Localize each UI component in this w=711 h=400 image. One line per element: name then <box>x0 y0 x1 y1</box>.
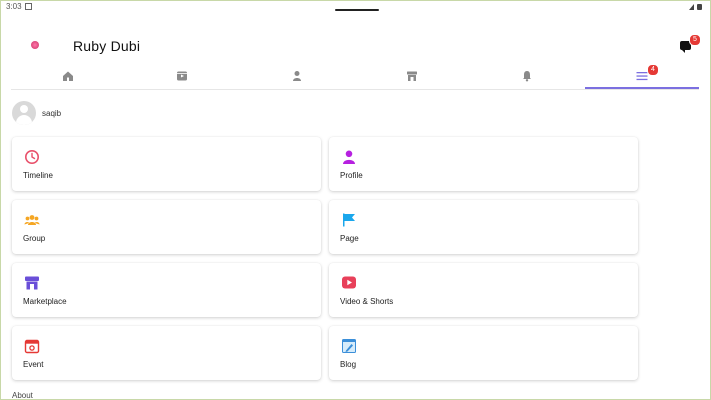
avatar[interactable] <box>12 101 36 125</box>
calendar-icon <box>24 339 40 354</box>
messages-badge: 5 <box>689 34 701 46</box>
menu-card-timeline[interactable]: Timeline <box>12 137 321 191</box>
main-tabs: 4 <box>11 63 699 89</box>
group-icon <box>24 215 40 225</box>
menu-card-label: Event <box>23 360 44 369</box>
notch-indicator <box>335 9 379 11</box>
status-icons <box>688 3 704 13</box>
menu-card-label: Blog <box>340 360 357 369</box>
status-time: 3:03 <box>6 2 32 11</box>
tab-profile[interactable] <box>240 63 354 89</box>
user-row[interactable]: saqib <box>12 101 61 125</box>
tabs-divider <box>11 89 699 90</box>
tab-home[interactable] <box>11 63 125 89</box>
menu-card-marketplace[interactable]: Marketplace <box>12 263 321 317</box>
flag-icon <box>343 213 355 227</box>
home-icon <box>63 71 73 81</box>
app-logo-icon <box>31 41 39 49</box>
menu-card-label: Timeline <box>23 171 53 180</box>
menu-card-label: Page <box>340 234 359 243</box>
menu-card-label: Group <box>23 234 46 243</box>
tab-menu[interactable]: 4 <box>585 63 699 89</box>
menu-badge: 4 <box>647 64 659 76</box>
status-bar: 3:03 <box>1 1 710 13</box>
app-window: 3:03 Ruby Dubi 5 4 saqib Timeline Profil… <box>0 0 711 400</box>
menu-card-video-shorts[interactable]: Video & Shorts <box>329 263 638 317</box>
app-bar: Ruby Dubi 5 <box>1 31 710 61</box>
menu-card-profile[interactable]: Profile <box>329 137 638 191</box>
store-icon <box>407 71 417 81</box>
menu-card-label: Profile <box>340 171 363 180</box>
about-section-title: About <box>12 391 33 400</box>
bell-icon <box>523 71 531 82</box>
clock-icon <box>25 150 39 164</box>
menu-card-event[interactable]: Event <box>12 326 321 380</box>
menu-card-label: Video & Shorts <box>340 297 394 306</box>
person-icon <box>293 71 301 81</box>
tab-marketplace[interactable] <box>355 63 469 89</box>
app-title: Ruby Dubi <box>73 38 141 54</box>
video-icon <box>177 71 187 81</box>
person-icon <box>343 150 355 164</box>
menu-card-page[interactable]: Page <box>329 200 638 254</box>
tab-notifications[interactable] <box>470 63 584 89</box>
play-icon <box>342 276 356 289</box>
menu-card-blog[interactable]: Blog <box>329 326 638 380</box>
store-icon <box>25 276 39 290</box>
menu-card-label: Marketplace <box>23 297 67 306</box>
tab-watch[interactable] <box>125 63 239 89</box>
menu-card-group[interactable]: Group <box>12 200 321 254</box>
user-name: saqib <box>42 108 62 118</box>
blog-icon <box>342 339 356 353</box>
